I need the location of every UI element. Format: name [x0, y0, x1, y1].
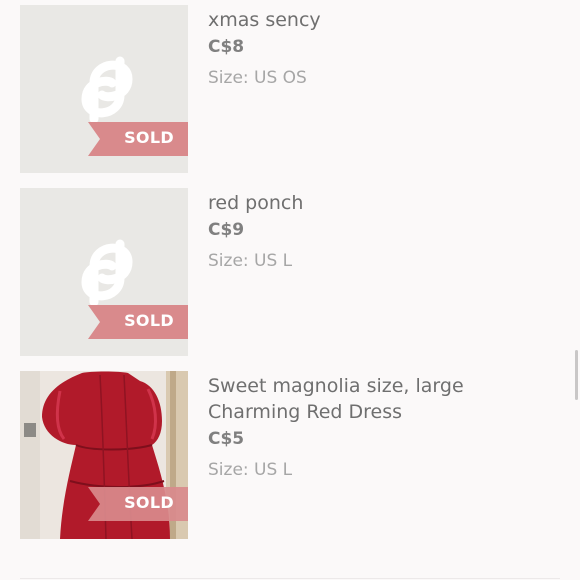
listing-title[interactable]: Sweet magnolia size, large Charming Red …	[208, 373, 548, 425]
poshmark-placeholder-icon	[81, 239, 133, 307]
sold-label: SOLD	[124, 128, 174, 147]
sold-label: SOLD	[124, 493, 174, 512]
sold-ribbon: SOLD	[88, 122, 188, 156]
listing-list: SOLD xmas sency C$8 Size: US OS SOLD red…	[0, 0, 580, 580]
listing-price: C$5	[208, 429, 245, 449]
listing-thumbnail[interactable]: SOLD	[20, 188, 188, 356]
listing-title-line: Charming Red Dress	[208, 401, 403, 423]
listing-title-line: Sweet magnolia size, large	[208, 375, 464, 397]
listing-title[interactable]: xmas sency	[208, 7, 548, 33]
listing-info: xmas sency C$8 Size: US OS	[208, 5, 548, 89]
listing-price: C$9	[208, 220, 245, 240]
listing-info: red ponch C$9 Size: US L	[208, 188, 548, 272]
list-item[interactable]: SOLD Sweet magnolia size, large Charming…	[20, 371, 560, 539]
listing-price: C$8	[208, 37, 245, 57]
listing-size: Size: US L	[208, 460, 293, 480]
listing-info: Sweet magnolia size, large Charming Red …	[208, 371, 548, 481]
sold-label: SOLD	[124, 311, 174, 330]
listing-size: Size: US L	[208, 251, 293, 271]
sold-ribbon: SOLD	[88, 487, 188, 521]
scrollbar[interactable]	[575, 350, 578, 400]
listing-size: Size: US OS	[208, 68, 307, 88]
sold-ribbon: SOLD	[88, 305, 188, 339]
divider	[20, 578, 560, 579]
list-item[interactable]: SOLD xmas sency C$8 Size: US OS	[20, 5, 560, 173]
listing-thumbnail[interactable]: SOLD	[20, 5, 188, 173]
poshmark-placeholder-icon	[81, 56, 133, 124]
listing-thumbnail[interactable]: SOLD	[20, 371, 188, 539]
list-item[interactable]: SOLD red ponch C$9 Size: US L	[20, 188, 560, 356]
listing-title[interactable]: red ponch	[208, 190, 548, 216]
